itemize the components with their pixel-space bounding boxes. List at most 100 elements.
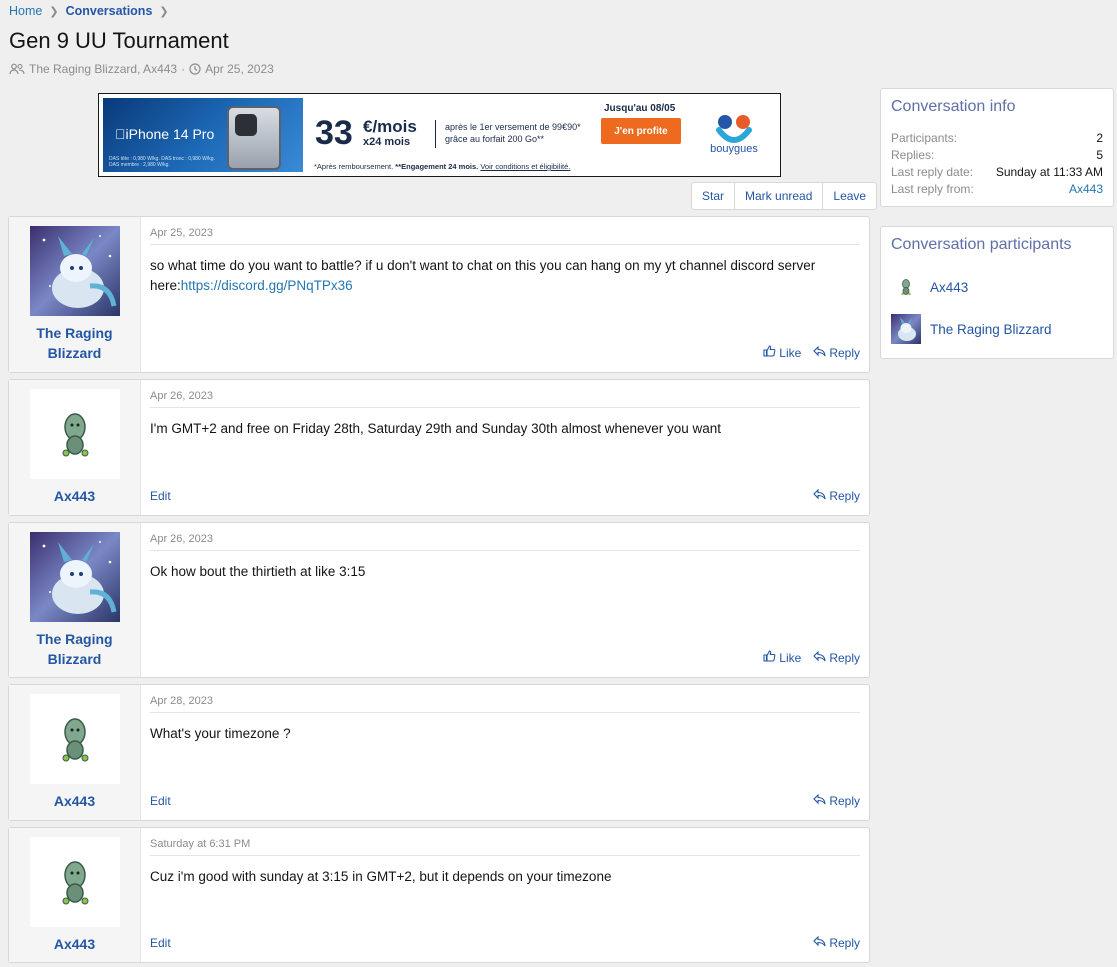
avatar[interactable] — [29, 837, 120, 927]
discord-link[interactable]: https://discord.gg/PNqTPx36 — [181, 278, 353, 293]
info-row-replies: Replies: 5 — [891, 148, 1103, 162]
edit-button[interactable]: Edit — [150, 936, 813, 950]
apple-logo-icon:  — [115, 126, 126, 142]
conversation-toolbar: Star Mark unread Leave — [691, 182, 878, 210]
chevron-right-icon: ❯ — [49, 5, 59, 18]
conversation-info-title: Conversation info — [891, 98, 1016, 115]
message: The Raging Blizzard Apr 26, 2023 Ok how … — [8, 522, 870, 678]
breadcrumb: Home ❯ Conversations ❯ — [9, 4, 176, 18]
message-date[interactable]: Apr 26, 2023 — [150, 390, 860, 408]
reply-button[interactable]: Reply — [813, 793, 860, 808]
ad-phone-panel: iPhone 14 Pro DAS tête : 0,980 W/kg. DA… — [103, 98, 303, 172]
mark-unread-button[interactable]: Mark unread — [735, 183, 824, 209]
meta-separator: · — [181, 62, 186, 76]
message-date[interactable]: Apr 25, 2023 — [150, 227, 860, 245]
reply-icon — [813, 793, 826, 808]
leave-button[interactable]: Leave — [823, 183, 876, 209]
reply-icon — [813, 345, 826, 360]
avatar[interactable] — [891, 314, 921, 344]
ad-brand: iPhone 14 Pro — [115, 126, 214, 142]
phone-image — [227, 106, 281, 170]
conversation-participants-title: Conversation participants — [891, 236, 1072, 253]
conversation-participants-block: Conversation participants Ax443 The Ragi… — [880, 226, 1114, 359]
message-date[interactable]: Apr 26, 2023 — [150, 533, 860, 551]
reply-button[interactable]: Reply — [813, 345, 860, 360]
avatar[interactable] — [891, 272, 921, 302]
message-actions: Edit Reply — [150, 935, 860, 950]
message-user: Ax443 — [9, 685, 141, 820]
reply-button[interactable]: Reply — [813, 650, 860, 665]
info-row-participants: Participants: 2 — [891, 131, 1103, 145]
message-date[interactable]: Saturday at 6:31 PM — [150, 838, 860, 856]
ad-price-unit: €/mois — [363, 117, 417, 136]
reply-icon — [813, 488, 826, 503]
like-button[interactable]: Like — [763, 345, 801, 360]
message-user: Ax443 — [9, 828, 141, 962]
chevron-right-icon: ❯ — [159, 5, 169, 18]
message-content: Apr 28, 2023 What's your timezone ? Edit… — [141, 685, 869, 820]
message-content: Saturday at 6:31 PM Cuz i'm good with su… — [141, 828, 869, 962]
message-body: Cuz i'm good with sunday at 3:15 in GMT+… — [150, 869, 612, 884]
message-body: Ok how bout the thirtieth at like 3:15 — [150, 564, 366, 579]
participants-line: The Raging Blizzard, Ax443 — [29, 62, 178, 76]
message-actions: Edit Reply — [150, 793, 860, 808]
user-name-link[interactable]: Ax443 — [20, 791, 130, 811]
user-name-link[interactable]: Ax443 — [20, 486, 130, 506]
reply-button[interactable]: Reply — [813, 488, 860, 503]
info-row-last-reply-from: Last reply from: Ax443 — [891, 181, 1103, 198]
message-body: I'm GMT+2 and free on Friday 28th, Satur… — [150, 421, 722, 436]
message-body: What's your timezone ? — [150, 726, 291, 741]
conversation-info-block: Conversation info Participants: 2 Replies… — [880, 88, 1114, 207]
message-actions: Like Reply — [150, 345, 860, 360]
clock-icon — [189, 63, 201, 75]
participant-item[interactable]: The Raging Blizzard — [891, 308, 1103, 350]
avatar[interactable] — [29, 694, 120, 784]
ad-divider — [435, 120, 436, 148]
avatar[interactable] — [29, 226, 120, 316]
participants-list: Ax443 The Raging Blizzard — [881, 264, 1113, 358]
edit-button[interactable]: Edit — [150, 489, 813, 503]
thumbs-up-icon — [763, 345, 776, 360]
conversation-info-list: Participants: 2 Replies: 5 Last reply date… — [881, 126, 1113, 206]
like-button[interactable]: Like — [763, 650, 801, 665]
ad-price-duration: x24 mois — [363, 136, 411, 148]
message-actions: Edit Reply — [150, 488, 860, 503]
info-row-last-reply-date: Last reply date: Sunday at 11:33 AM — [891, 165, 1103, 179]
breadcrumb-home-link[interactable]: Home — [9, 4, 42, 18]
message-user: The Raging Blizzard — [9, 217, 141, 372]
users-icon — [9, 63, 25, 75]
message-content: Apr 26, 2023 Ok how bout the thirtieth a… — [141, 523, 869, 677]
conversation-meta: The Raging Blizzard, Ax443 · Apr 25, 202… — [9, 62, 274, 76]
avatar[interactable] — [29, 532, 120, 622]
breadcrumb-conversations-link[interactable]: Conversations — [66, 4, 153, 18]
message: The Raging Blizzard Apr 25, 2023 so what… — [8, 216, 870, 373]
star-button[interactable]: Star — [692, 183, 736, 209]
message-date[interactable]: Apr 28, 2023 — [150, 695, 860, 713]
user-name-link[interactable]: The Raging Blizzard — [20, 629, 130, 669]
participant-name-link[interactable]: The Raging Blizzard — [930, 322, 1052, 337]
participant-name-link[interactable]: Ax443 — [930, 280, 968, 295]
ad-cta-button[interactable]: J'en profite — [601, 118, 681, 144]
page-title: Gen 9 UU Tournament — [9, 28, 229, 53]
message-user: The Raging Blizzard — [9, 523, 141, 677]
ad-price: 33 — [315, 114, 353, 152]
conversation-date: Apr 25, 2023 — [205, 62, 274, 76]
reply-icon — [813, 935, 826, 950]
ad-banner[interactable]: iPhone 14 Pro DAS tête : 0,980 W/kg. DA… — [98, 93, 781, 177]
edit-button[interactable]: Edit — [150, 794, 813, 808]
ad-until: Jusqu'au 08/05 — [604, 103, 676, 114]
thumbs-up-icon — [763, 650, 776, 665]
message: Ax443 Apr 28, 2023 What's your timezone … — [8, 684, 870, 821]
user-name-link[interactable]: The Raging Blizzard — [20, 323, 130, 363]
ad-fine-print: DAS tête : 0,980 W/kg. DAS tronc : 0,980… — [109, 156, 215, 168]
last-reply-user-link[interactable]: Ax443 — [1069, 181, 1103, 198]
reply-icon — [813, 650, 826, 665]
participant-item[interactable]: Ax443 — [891, 266, 1103, 308]
message-body: so what time do you want to battle? if u… — [150, 258, 816, 293]
message: Ax443 Apr 26, 2023 I'm GMT+2 and free on… — [8, 379, 870, 516]
reply-button[interactable]: Reply — [813, 935, 860, 950]
message: Ax443 Saturday at 6:31 PM Cuz i'm good w… — [8, 827, 870, 963]
avatar[interactable] — [29, 389, 120, 479]
sidebar: Conversation info Participants: 2 Replies… — [880, 88, 1114, 378]
user-name-link[interactable]: Ax443 — [20, 934, 130, 954]
